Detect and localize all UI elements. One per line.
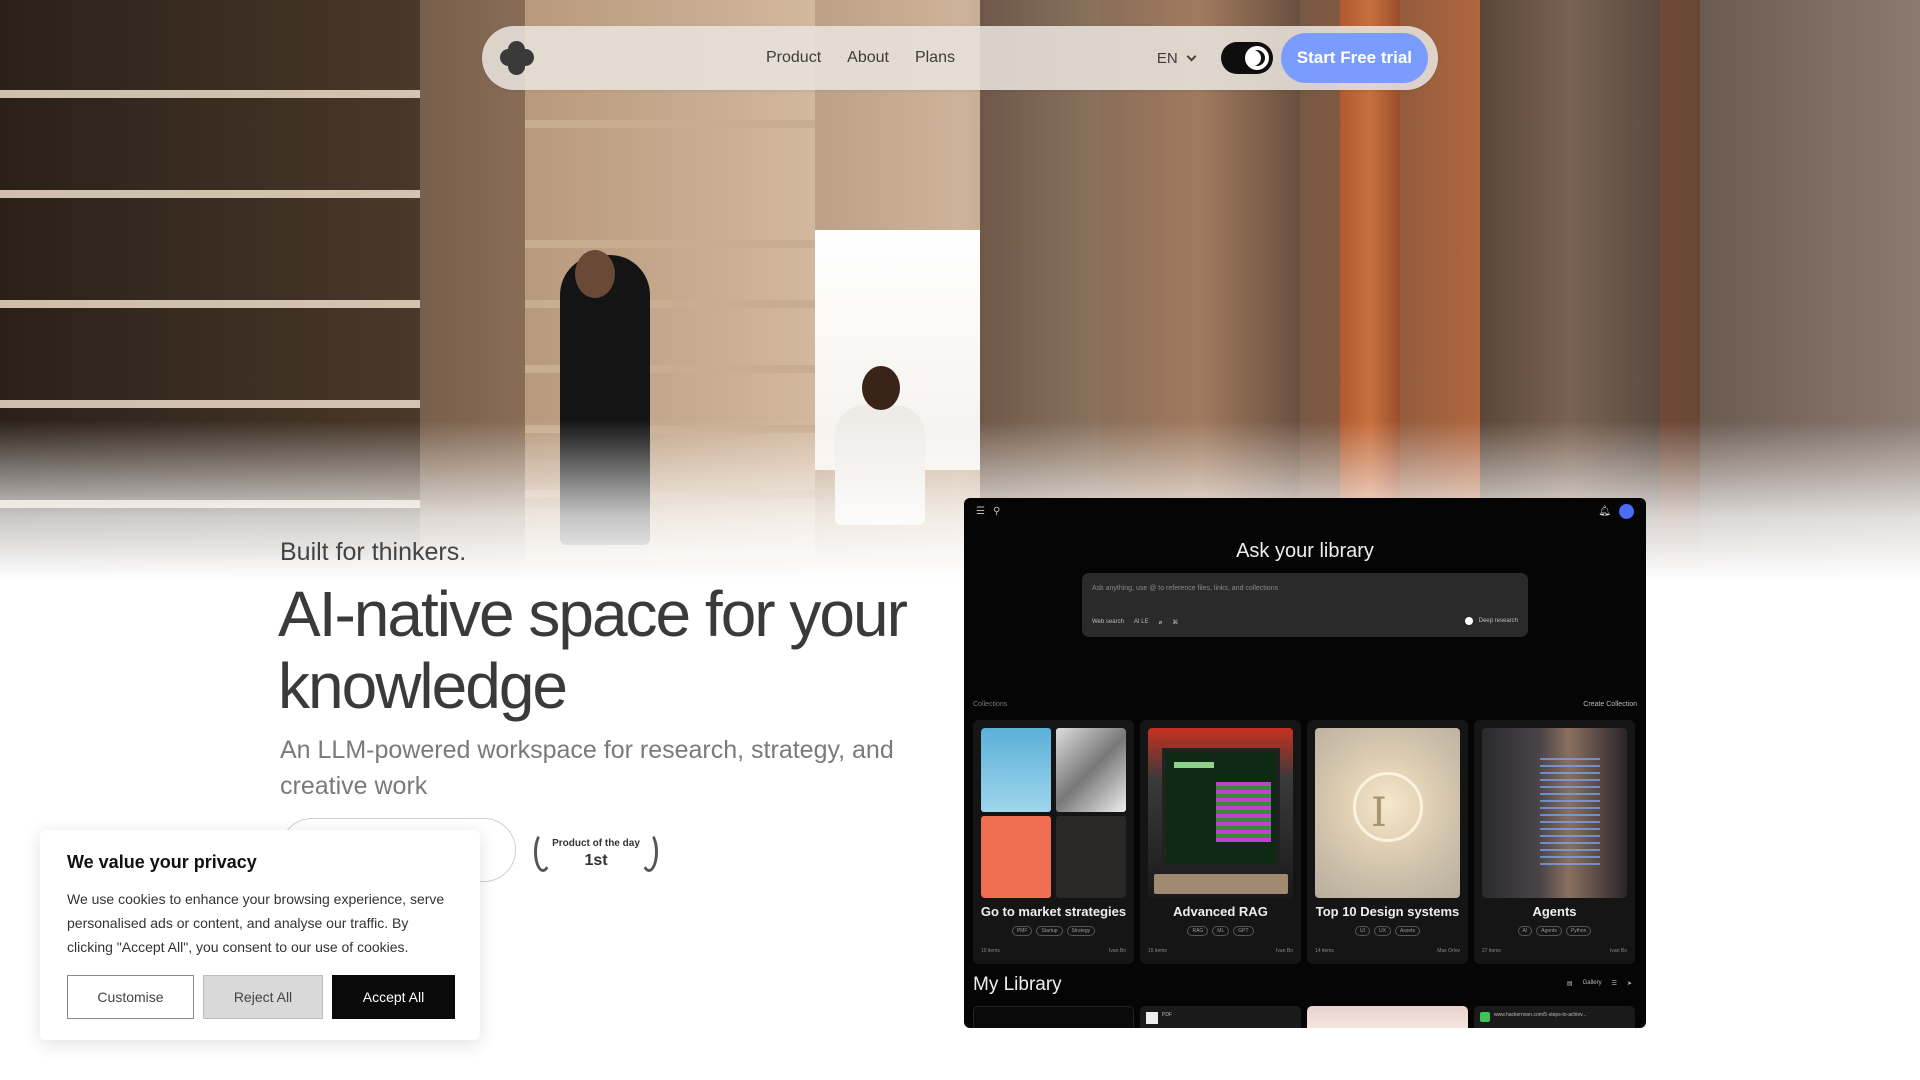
collection-count: 15 items: [1148, 948, 1167, 954]
nav-link-product[interactable]: Product: [766, 49, 821, 67]
app-preview-screenshot: ☰ ⚲ 🔔︎ Ask your library Ask anything, us…: [964, 498, 1646, 1028]
collection-tag: Strategy: [1066, 926, 1096, 936]
library-item: www.hackernoon.com/5-steps-to-achiev...: [1474, 1006, 1635, 1028]
theme-toggle[interactable]: [1220, 42, 1273, 74]
cookie-body: We use cookies to enhance your browsing …: [67, 891, 445, 955]
logo-icon[interactable]: [500, 41, 534, 75]
web-search-chip: Web search: [1092, 619, 1124, 625]
library-item: PDF: [1140, 1006, 1301, 1028]
collection-card: I Top 10 Design systems UI UX Assets 14 …: [1307, 720, 1468, 964]
collection-tag: Assets: [1394, 926, 1420, 936]
collection-tag: Startup: [1036, 926, 1063, 936]
link-icon: [1480, 1012, 1490, 1022]
bell-icon: 🔔︎: [1598, 506, 1611, 517]
menu-icon: ☰: [976, 506, 985, 517]
collection-count: 10 items: [981, 948, 1000, 954]
collection-tag: Python: [1565, 926, 1592, 936]
collection-count: 14 items: [1315, 948, 1334, 954]
collection-tag: UI: [1355, 926, 1371, 936]
list-view-icon: ☰: [1611, 981, 1617, 987]
ask-library-title: Ask your library: [1236, 540, 1374, 562]
collection-owner: Max Orlov: [1437, 948, 1460, 954]
collection-owner: Ivan Bo: [1109, 948, 1126, 954]
collection-card: Agents AI Agents Python 27 items Ivan Bo: [1474, 720, 1635, 964]
create-collection-label: Create Collection: [1583, 701, 1637, 708]
command-chip: ⌘: [1172, 620, 1179, 626]
nav-link-about[interactable]: About: [847, 49, 889, 67]
collection-title: Go to market strategies: [980, 904, 1127, 919]
customise-button[interactable]: Customise: [67, 975, 194, 1019]
collection-thumbnail: [1148, 728, 1293, 898]
collection-title: Agents: [1532, 904, 1577, 919]
collection-cards: Go to market strategies PMF Startup Stra…: [973, 720, 1635, 964]
hero-subtitle: An LLM-powered workspace for research, s…: [280, 736, 894, 800]
library-items: PDF www.hackernoon.com/5-steps-to-achiev…: [973, 1006, 1635, 1028]
ask-placeholder: Ask anything, use @ to reference files, …: [1092, 585, 1279, 592]
collection-thumbnail: [981, 728, 1126, 898]
collection-count: 27 items: [1482, 948, 1501, 954]
start-free-trial-button[interactable]: Start Free trial: [1280, 33, 1428, 83]
award-label: Product of the day: [552, 838, 640, 849]
collection-card: Go to market strategies PMF Startup Stra…: [973, 720, 1134, 964]
collection-owner: Ivan Bo: [1276, 948, 1293, 954]
my-library-heading: My Library: [973, 974, 1062, 995]
collection-card: Advanced RAG RAG ML GPT 15 items Ivan Bo: [1140, 720, 1301, 964]
library-item-url: www.hackernoon.com/5-steps-to-achiev...: [1494, 1012, 1587, 1018]
cookie-title: We value your privacy: [67, 852, 257, 872]
nav-links: Product About Plans: [766, 49, 955, 67]
collection-tag: UX: [1374, 926, 1391, 936]
hero-eyebrow: Built for thinkers.: [280, 538, 467, 566]
filter-icon: ▤: [1566, 981, 1573, 987]
collection-tag: AI: [1517, 926, 1533, 936]
collection-owner: Ivan Bo: [1610, 948, 1627, 954]
collection-thumbnail: [1482, 728, 1627, 898]
language-label: EN: [1156, 49, 1178, 67]
collection-title: Advanced RAG: [1173, 904, 1268, 919]
attach-icon: ⌀: [1158, 620, 1163, 626]
collection-tag: GPT: [1233, 926, 1254, 936]
model-chip: AI LE: [1133, 619, 1149, 625]
top-navbar: Product About Plans EN Start Free trial: [482, 26, 1438, 90]
gallery-view-tab: Gallery: [1582, 980, 1602, 986]
collection-thumbnail: I: [1315, 728, 1460, 898]
ask-input-box: Ask anything, use @ to reference files, …: [1082, 573, 1528, 637]
library-item-label: PDF: [1162, 1012, 1172, 1018]
deep-research-toggle-icon: [1464, 617, 1473, 625]
cookie-consent-banner: We value your privacy We use cookies to …: [40, 830, 480, 1040]
library-item: [1307, 1006, 1468, 1028]
moon-icon: [1249, 50, 1265, 66]
collection-tag: PMF: [1011, 926, 1033, 936]
pdf-icon: [1146, 1012, 1158, 1024]
collections-label: Collections: [973, 701, 1008, 708]
search-icon: ⚲: [992, 506, 1001, 517]
deep-research-label: Deep research: [1478, 618, 1518, 624]
library-item: [973, 1006, 1134, 1028]
hero-headline: AI-native space for your knowledge: [278, 578, 908, 722]
accept-all-button[interactable]: Accept All: [332, 975, 455, 1019]
reject-all-button[interactable]: Reject All: [203, 975, 323, 1019]
collection-title: Top 10 Design systems: [1315, 904, 1460, 919]
collection-tag: ML: [1212, 926, 1230, 936]
share-icon: ➤: [1626, 981, 1632, 987]
language-selector[interactable]: EN: [1156, 49, 1197, 67]
collection-tag: Agents: [1536, 926, 1562, 936]
product-of-the-day-badge[interactable]: Product of the day 1st: [530, 828, 662, 874]
award-rank: 1st: [584, 852, 608, 869]
nav-link-plans[interactable]: Plans: [915, 49, 955, 67]
avatar: [1619, 504, 1634, 519]
chevron-down-icon: [1186, 51, 1197, 61]
collection-tag: RAG: [1187, 926, 1209, 936]
